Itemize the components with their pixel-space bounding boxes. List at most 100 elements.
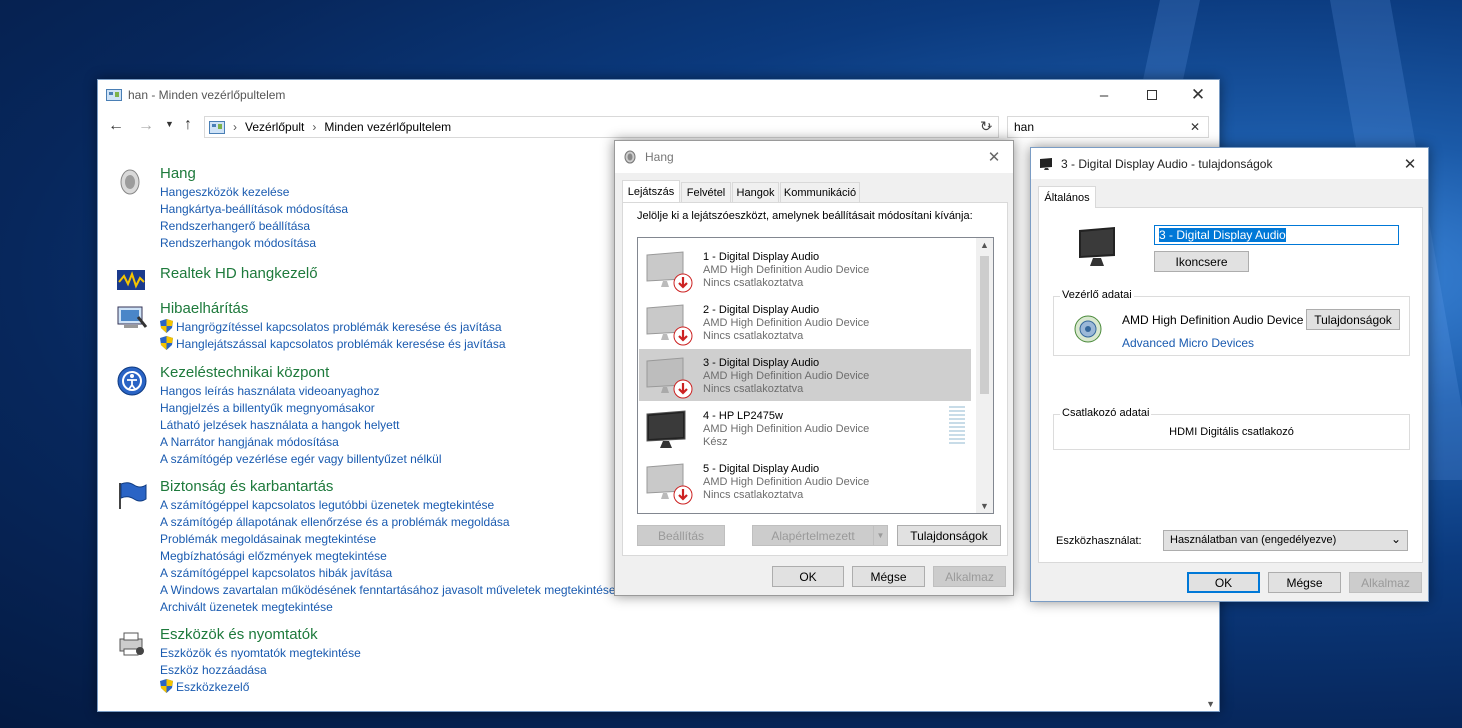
- category-title[interactable]: Realtek HD hangkezelő: [160, 264, 680, 284]
- refresh-icon[interactable]: ↻: [980, 118, 992, 135]
- clear-search-icon[interactable]: ✕: [1190, 120, 1200, 134]
- link-item[interactable]: A számítógéppel kapcsolatos legutóbbi üz…: [160, 497, 680, 514]
- category-title[interactable]: Eszközök és nyomtatók: [160, 625, 680, 645]
- category-troubleshooting: Hibaelhárítás Hangrögzítéssel kapcsolato…: [117, 299, 680, 353]
- monitor-disconnected-icon: [646, 463, 693, 505]
- link-item[interactable]: Archivált üzenetek megtekintése: [160, 599, 680, 616]
- close-button[interactable]: ✕: [975, 141, 1013, 173]
- breadcrumb-item[interactable]: Minden vezérlőpultelem: [324, 120, 451, 134]
- usage-value: Használatban van (engedélyezve): [1170, 534, 1337, 546]
- tab-general[interactable]: Általános: [1038, 186, 1096, 208]
- controller-vendor-link[interactable]: Advanced Micro Devices: [1122, 336, 1254, 350]
- link-item[interactable]: A Windows zavartalan működésének fenntar…: [160, 582, 680, 599]
- link-item[interactable]: A számítógép vezérlése egér vagy billent…: [160, 451, 680, 468]
- usage-select[interactable]: Használatban van (engedélyezve) ⌄: [1163, 530, 1408, 551]
- scroll-down-icon[interactable]: ▼: [1206, 699, 1215, 709]
- tab-recording[interactable]: Felvétel: [681, 182, 731, 202]
- tab-panel: Jelölje ki a lejátszóeszközt, amelynek b…: [622, 202, 1008, 556]
- link-item[interactable]: Hanglejátszással kapcsolatos problémák k…: [160, 336, 680, 353]
- change-icon-button[interactable]: Ikoncsere: [1154, 251, 1249, 272]
- configure-button[interactable]: Beállítás: [637, 525, 725, 546]
- nav-back-icon[interactable]: ←: [108, 117, 124, 135]
- link-item[interactable]: Hangeszközök kezelése: [160, 184, 680, 201]
- ok-button[interactable]: OK: [1187, 572, 1260, 593]
- link-item[interactable]: Rendszerhangerő beállítása: [160, 218, 680, 235]
- link-item[interactable]: Eszközkezelő: [160, 679, 680, 696]
- maximize-button[interactable]: [1129, 80, 1175, 110]
- link-item[interactable]: Megbízhatósági előzmények megtekintése: [160, 548, 680, 565]
- link-item[interactable]: Eszközök és nyomtatók megtekintése: [160, 645, 680, 662]
- device-driver: AMD High Definition Audio Device: [703, 370, 870, 382]
- device-name: 3 - Digital Display Audio: [703, 357, 820, 369]
- volume-meter-icon: [949, 406, 965, 444]
- apply-button[interactable]: Alkalmaz: [933, 566, 1006, 587]
- cancel-button[interactable]: Mégse: [852, 566, 925, 587]
- category-title[interactable]: Hibaelhárítás: [160, 299, 680, 319]
- tab-sounds[interactable]: Hangok: [732, 182, 779, 202]
- device-item[interactable]: 5 - Digital Display Audio AMD High Defin…: [639, 455, 971, 507]
- link-item[interactable]: Hangos leírás használata videoanyaghoz: [160, 383, 680, 400]
- link-item[interactable]: Látható jelzések használata a hangok hel…: [160, 417, 680, 434]
- scroll-up-icon[interactable]: ▲: [980, 240, 989, 250]
- category-title[interactable]: Hang: [160, 164, 680, 184]
- monitor-icon: [1040, 157, 1052, 170]
- device-item[interactable]: 2 - Digital Display Audio AMD High Defin…: [639, 296, 971, 348]
- device-name: 5 - Digital Display Audio: [703, 463, 820, 475]
- tab-playback[interactable]: Lejátszás: [622, 180, 680, 202]
- link-item[interactable]: A számítógéppel kapcsolatos hibák javítá…: [160, 565, 680, 582]
- close-button[interactable]: ✕: [1391, 148, 1429, 179]
- link-item[interactable]: A számítógép állapotának ellenőrzése és …: [160, 514, 680, 531]
- apply-button[interactable]: Alkalmaz: [1349, 572, 1422, 593]
- properties-dialog: 3 - Digital Display Audio - tulajdonságo…: [1030, 147, 1429, 602]
- address-bar[interactable]: › Vezérlőpult › Minden vezérlőpultelem ⌄: [204, 116, 999, 138]
- troubleshoot-icon: [117, 306, 148, 328]
- set-default-dropdown[interactable]: ▼: [873, 525, 888, 546]
- cancel-button[interactable]: Mégse: [1268, 572, 1341, 593]
- speaker-icon: [624, 150, 636, 164]
- nav-recent-icon[interactable]: ▼: [165, 119, 174, 129]
- uac-shield-icon: [160, 336, 173, 350]
- device-item[interactable]: 1 - Digital Display Audio AMD High Defin…: [639, 243, 971, 295]
- link-item[interactable]: Eszköz hozzáadása: [160, 662, 680, 679]
- device-name-input[interactable]: 3 - Digital Display Audio: [1154, 225, 1399, 245]
- breadcrumb-separator: ›: [312, 120, 317, 134]
- link-item[interactable]: Problémák megoldásainak megtekintése: [160, 531, 680, 548]
- sound-dialog: Hang ✕ Lejátszás Felvétel Hangok Kommuni…: [614, 140, 1014, 596]
- minimize-button[interactable]: –: [1081, 80, 1127, 110]
- breadcrumb-item[interactable]: Vezérlőpult: [245, 120, 304, 134]
- controller-properties-button[interactable]: Tulajdonságok: [1306, 309, 1400, 330]
- device-status: Nincs csatlakoztatva: [703, 330, 804, 342]
- breadcrumb-separator: ›: [233, 120, 237, 134]
- tab-communication[interactable]: Kommunikáció: [780, 182, 860, 202]
- address-cp-icon: [209, 120, 225, 134]
- properties-button[interactable]: Tulajdonságok: [897, 525, 1001, 546]
- close-button[interactable]: ✕: [1175, 80, 1221, 110]
- jack-group: Csatlakozó adatai HDMI Digitális csatlak…: [1053, 407, 1410, 450]
- device-monitor-icon: [1079, 227, 1115, 266]
- link-item[interactable]: Hangkártya-beállítások módosítása: [160, 201, 680, 218]
- speaker-icon: [120, 169, 140, 195]
- scroll-down-icon[interactable]: ▼: [980, 501, 989, 511]
- device-list-scrollbar[interactable]: ▲ ▼: [976, 238, 993, 513]
- link-item[interactable]: Hangrögzítéssel kapcsolatos problémák ke…: [160, 319, 680, 336]
- usage-label: Eszközhasználat:: [1056, 535, 1142, 547]
- device-item-selected[interactable]: 3 - Digital Display Audio AMD High Defin…: [639, 349, 971, 401]
- category-title[interactable]: Kezeléstechnikai központ: [160, 363, 680, 383]
- device-name: 4 - HP LP2475w: [703, 410, 783, 422]
- flag-icon: [119, 482, 147, 509]
- set-default-button[interactable]: Alapértelmezett: [752, 525, 874, 546]
- device-name: 2 - Digital Display Audio: [703, 304, 820, 316]
- link-item[interactable]: Hangjelzés a billentyűk megnyomásakor: [160, 400, 680, 417]
- device-item[interactable]: 4 - HP LP2475w AMD High Definition Audio…: [639, 402, 971, 454]
- category-title[interactable]: Biztonság és karbantartás: [160, 477, 680, 497]
- instruction-text: Jelölje ki a lejátszóeszközt, amelynek b…: [637, 210, 973, 222]
- link-item[interactable]: Rendszerhangok módosítása: [160, 235, 680, 252]
- scroll-thumb[interactable]: [980, 256, 989, 394]
- link-item[interactable]: A Narrátor hangjának módosítása: [160, 434, 680, 451]
- nav-up-icon[interactable]: ↑: [184, 116, 192, 134]
- nav-forward-icon[interactable]: →: [138, 117, 154, 135]
- ok-button[interactable]: OK: [772, 566, 844, 587]
- search-input[interactable]: han ✕: [1007, 116, 1209, 138]
- device-status: Nincs csatlakoztatva: [703, 489, 804, 501]
- monitor-disconnected-icon: [646, 357, 693, 399]
